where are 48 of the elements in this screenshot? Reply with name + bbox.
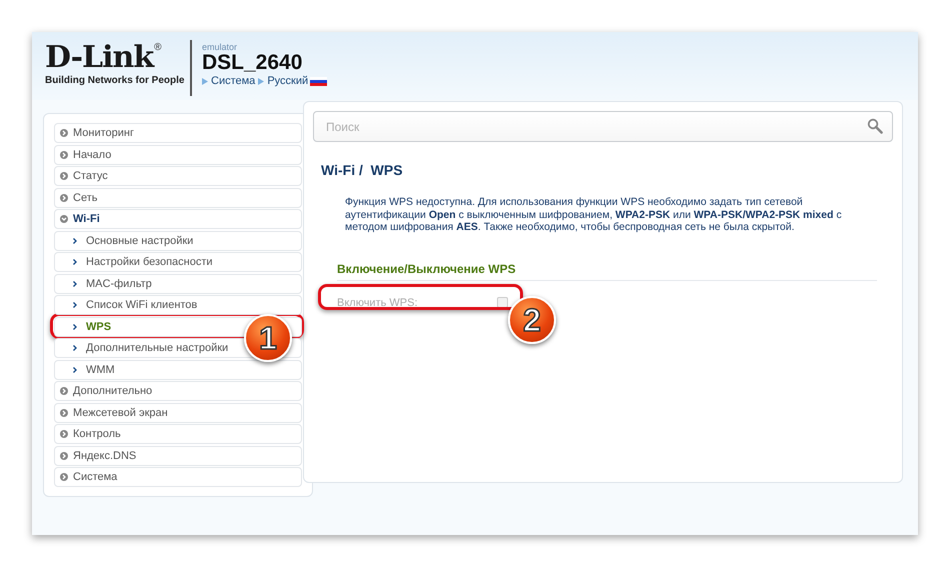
chevron-icon — [73, 324, 77, 330]
logo-text: D-Link — [45, 42, 154, 74]
chevron-icon — [73, 259, 77, 265]
logo-tagline: Building Networks for People — [45, 75, 182, 86]
menu-item[interactable]: Система — [54, 467, 302, 487]
chevron-icon — [60, 150, 68, 158]
section-title: Включение/Выключение WPS — [337, 262, 877, 280]
menu-item[interactable]: Сеть — [54, 188, 302, 208]
header-link[interactable]: Русский — [267, 75, 328, 87]
flag-icon — [310, 76, 328, 86]
header-link[interactable]: Система — [211, 75, 256, 87]
chevron-icon — [60, 172, 68, 180]
chevron-icon — [60, 408, 68, 416]
device-subtitle: emulator — [202, 42, 238, 52]
chevron-icon — [60, 473, 68, 481]
expanded-chevron-icon — [60, 215, 68, 223]
menu-item[interactable]: Дополнительно — [54, 381, 302, 401]
menu-item[interactable]: Статус — [54, 166, 302, 186]
chevron-icon — [60, 452, 68, 460]
page-title: Wi-Fi / WPS — [321, 162, 404, 178]
chevron-icon — [60, 430, 68, 438]
device-model: DSL_2640 — [202, 52, 304, 74]
menu-item[interactable]: Начало — [54, 144, 302, 164]
chevron-icon — [73, 345, 77, 351]
chevron-icon — [73, 366, 77, 372]
registered-mark: ® — [154, 42, 162, 53]
submenu-item[interactable]: Список WiFi клиентов — [54, 295, 302, 315]
triangle-icon — [202, 78, 208, 84]
triangle-icon — [258, 78, 264, 84]
chevron-icon — [60, 129, 68, 137]
submenu-item[interactable]: MAC-фильтр — [54, 274, 302, 294]
chevron-icon — [60, 387, 68, 395]
chevron-icon — [73, 302, 77, 308]
search-icon — [867, 118, 883, 134]
search-field[interactable]: Поиск — [313, 111, 893, 142]
chevron-icon — [60, 194, 68, 202]
menu-item[interactable]: Мониторинг — [54, 123, 302, 143]
notice-text: Функция WPS недоступна. Для использования функции WPS необходимо задать тип сетевой аутентификации Open с выключенным шифрованием, WPA2-PSK или WPA-PSK/WPA2-PSK mixed с методом шифрования AES. Также необходимо, чтобы беспроводная сеть не была скрытой. — [345, 196, 843, 234]
menu-item[interactable]: Контроль — [54, 424, 302, 444]
submenu-item[interactable]: Основные настройки — [54, 230, 302, 250]
menu-item[interactable]: Межсетевой экран — [54, 402, 302, 422]
menu-item[interactable]: Яндекс.DNS — [54, 446, 302, 466]
submenu-item[interactable]: WMM — [54, 360, 302, 380]
field-label: Включить WPS: — [337, 296, 419, 308]
submenu-item[interactable]: Настройки безопасности — [54, 252, 302, 272]
menu-item[interactable]: Wi-Fi — [54, 209, 302, 229]
chevron-icon — [73, 238, 77, 244]
chevron-icon — [73, 280, 77, 286]
